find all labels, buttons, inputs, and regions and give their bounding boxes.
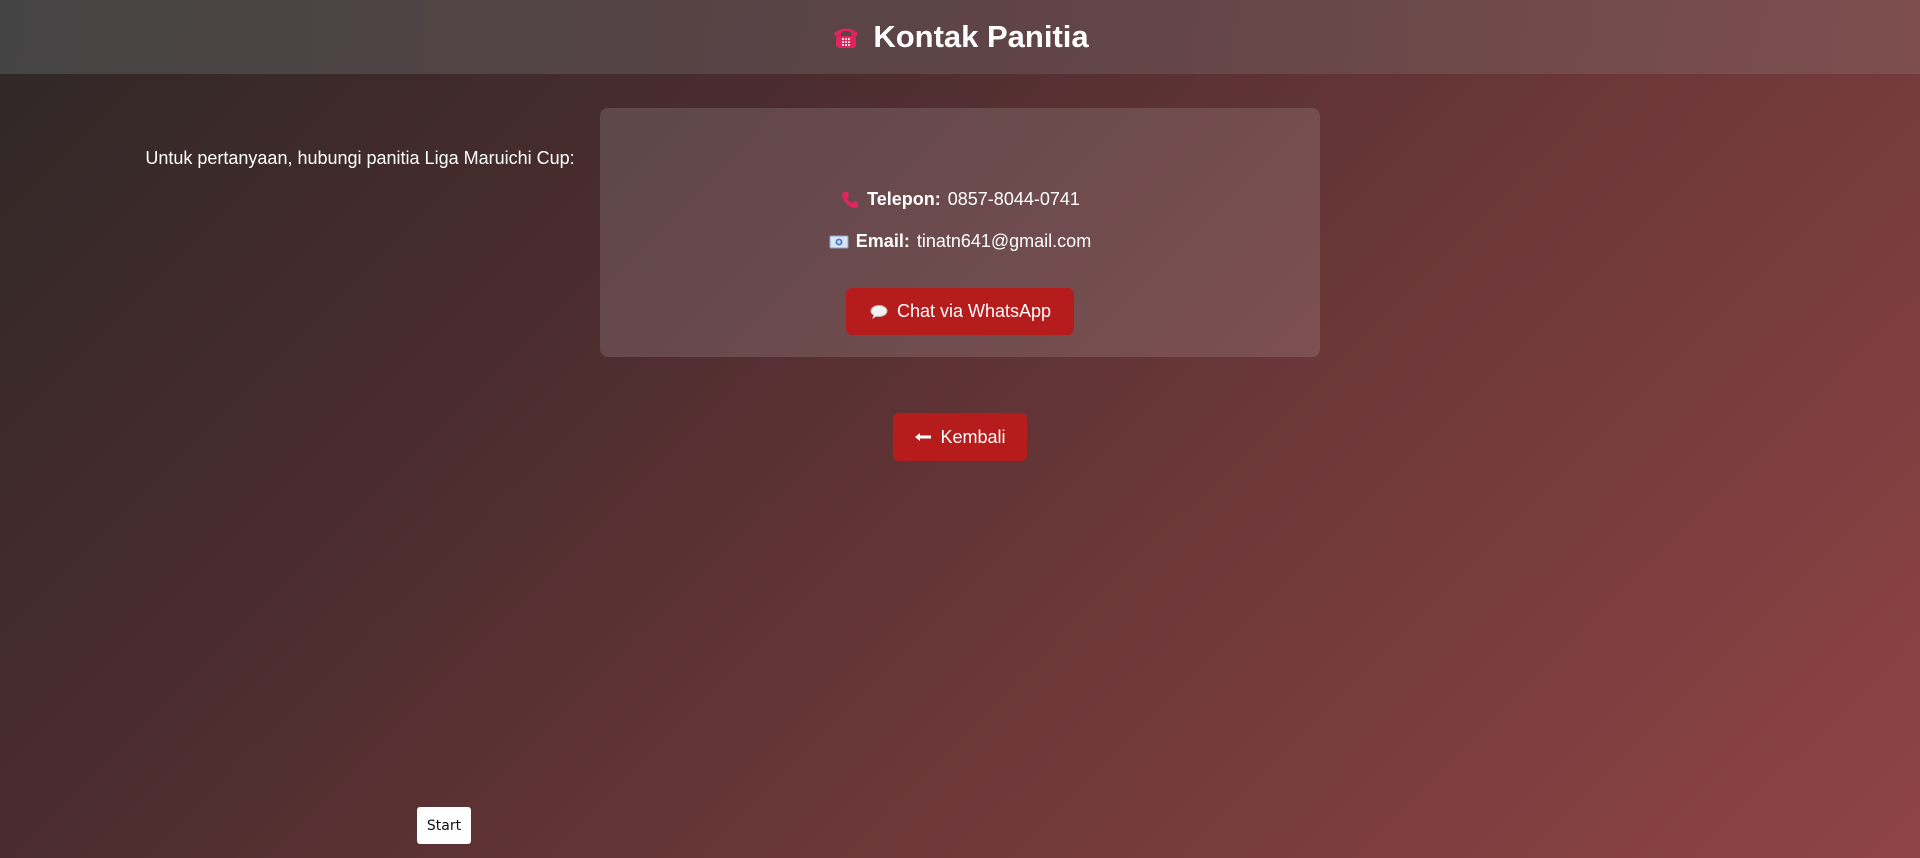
whatsapp-button-label: Chat via WhatsApp <box>896 301 1052 321</box>
back-button[interactable]: Kembali <box>893 413 1027 461</box>
back-button-label: Kembali <box>940 426 1006 447</box>
email-line: Email: tinatn641@gmail.com <box>600 231 1320 252</box>
phone-value: 0857-8044-0741 <box>947 189 1080 209</box>
email-label: Email: <box>855 231 910 251</box>
phone-receiver-icon <box>840 190 860 210</box>
telephone-icon <box>831 24 861 50</box>
header-content: Kontak Panitia <box>831 19 1089 55</box>
contact-intro: Untuk pertanyaan, hubungi panitia Liga M… <box>0 148 720 169</box>
left-arrow-icon <box>914 431 932 443</box>
start-button[interactable]: Start <box>417 807 471 844</box>
email-icon <box>829 234 849 250</box>
phone-line: Telepon: 0857-8044-0741 <box>600 189 1320 210</box>
intro-text: Untuk pertanyaan, hubungi panitia Liga M… <box>145 148 575 168</box>
email-value[interactable]: tinatn641@gmail.com <box>917 231 1091 252</box>
speech-bubble-icon <box>869 304 889 320</box>
page-header: Kontak Panitia <box>0 0 1920 74</box>
whatsapp-chat-button[interactable]: Chat via WhatsApp <box>846 288 1074 335</box>
phone-label: Telepon: <box>867 189 941 209</box>
page-title: Kontak Panitia <box>873 19 1089 54</box>
